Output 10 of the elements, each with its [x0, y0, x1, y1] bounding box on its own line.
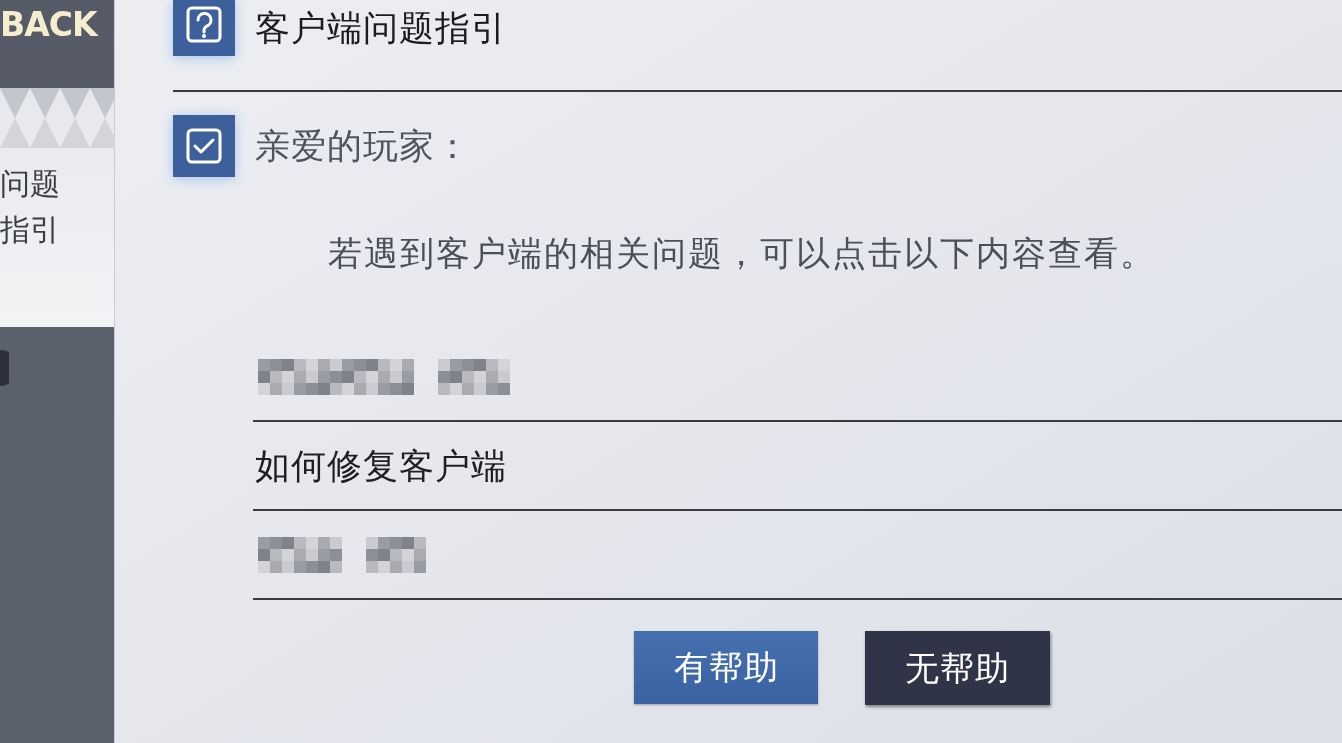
help-link[interactable]: 如何修复客户端: [255, 444, 507, 487]
back-button[interactable]: BACK: [0, 6, 97, 44]
page-title: 客户端问题指引: [255, 7, 507, 49]
not-helpful-button[interactable]: 无帮助: [865, 631, 1050, 705]
checkmark-icon: [173, 115, 235, 177]
question-mark-icon: [173, 0, 235, 56]
sidebar-item[interactable]: 问题指引: [0, 88, 114, 327]
notice-message: 若遇到客户端的相关问题，可以点击以下内容查看。: [328, 233, 1157, 273]
helpful-button[interactable]: 有帮助: [634, 631, 818, 704]
greeting-text: 亲爱的玩家：: [255, 125, 471, 167]
